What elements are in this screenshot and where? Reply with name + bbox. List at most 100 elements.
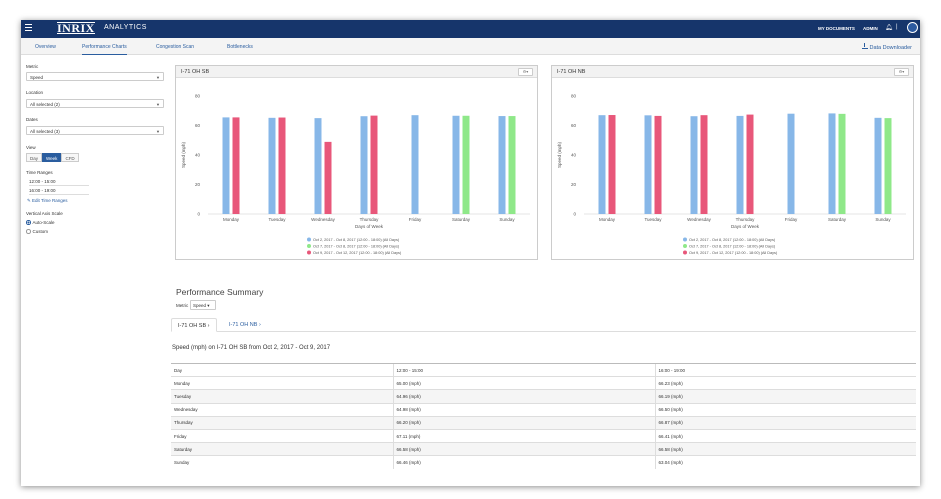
chevron-down-icon: ▾: [207, 303, 210, 308]
admin-link[interactable]: ADMIN: [863, 26, 878, 31]
metric-select[interactable]: Speed ▼: [26, 72, 164, 81]
summary-tab-label: I-71 OH SB: [178, 323, 207, 329]
bar: [508, 116, 516, 214]
bar-chart-sb: 0 20 40 60 80 Speed (mph) Monday Tuesday Wednesd…: [181, 94, 530, 255]
time-ranges-label: Time Ranges: [26, 170, 53, 175]
legend-label: Oct 2, 2017 - Oct 8, 2017 (12:00 - 18:00…: [689, 238, 776, 242]
radio-selected-icon: [26, 220, 31, 225]
column-header: 12:00 - 15:00: [392, 362, 655, 377]
y-tick-label: 0: [573, 212, 576, 217]
view-week-button[interactable]: Week: [42, 153, 62, 162]
column-header: 16:00 - 19:00: [654, 362, 916, 377]
summary-metric-label: Metric: [176, 303, 189, 308]
x-tick-label: Monday: [223, 217, 240, 222]
legend-label: Oct 9, 2017 - Oct 12, 2017 (12:00 - 18:0…: [313, 251, 402, 255]
summary-heading: Speed (mph) on I-71 OH SB from Oct 2, 20…: [172, 345, 331, 351]
bar: [314, 118, 322, 214]
y-axis-label: Speed (mph): [181, 141, 186, 168]
table-row: Friday 67.11 (mph) 66.41 (mph): [171, 428, 916, 443]
user-avatar[interactable]: [907, 22, 918, 33]
value-cell: 63.04 (mph): [654, 455, 916, 469]
table-row: Monday 65.00 (mph) 66.23 (mph): [171, 376, 916, 390]
chevron-down-icon: ▼: [156, 102, 160, 107]
bar: [598, 115, 606, 214]
chart-panel-header: I-71 OH SB ⚙▾: [176, 66, 537, 78]
legend-label: Oct 9, 2017 - Oct 12, 2017 (12:00 - 18:0…: [689, 251, 778, 255]
value-cell: 66.19 (mph): [654, 389, 916, 404]
dates-select[interactable]: All selected (3) ▼: [26, 126, 164, 135]
my-documents-link[interactable]: MY DOCUMENTS: [818, 26, 855, 31]
table-row: Wednesday 64.98 (mph) 66.50 (mph): [171, 402, 916, 417]
bar: [360, 116, 368, 214]
bar: [462, 115, 470, 214]
table-row: Saturday 66.58 (mph) 66.58 (mph): [171, 442, 916, 456]
chart-menu-button[interactable]: ⚙▾: [894, 68, 909, 76]
bell-icon[interactable]: 🔔︎: [885, 24, 893, 31]
summary-tab-nb[interactable]: I-71 OH NB ›: [223, 318, 267, 332]
tab-overview[interactable]: Overview: [35, 44, 56, 50]
legend-swatch: [683, 237, 687, 242]
legend-swatch: [683, 244, 687, 248]
summary-tab-sb[interactable]: I-71 OH SB ›: [171, 318, 217, 332]
bar: [232, 117, 240, 214]
value-cell: 66.41 (mph): [654, 428, 916, 443]
y-tick-label: 80: [571, 94, 577, 99]
x-tick-label: Tuesday: [268, 217, 286, 222]
table-header-row: Day 12:00 - 15:00 16:00 - 19:00: [171, 362, 916, 377]
y-tick-label: 40: [195, 153, 201, 158]
summary-metric-select[interactable]: Speed ▾: [190, 300, 216, 310]
value-cell: 66.20 (mph): [392, 415, 655, 430]
top-bar: INRIX ANALYTICS MY DOCUMENTS ADMIN 🔔︎ |: [21, 20, 920, 38]
table-row: Tuesday 64.96 (mph) 66.19 (mph): [171, 389, 916, 404]
tab-bottlenecks[interactable]: Bottlenecks: [227, 44, 253, 50]
x-tick-label: Saturday: [452, 217, 471, 222]
summary-tab-label: I-71 OH NB: [229, 322, 258, 328]
value-cell: 64.96 (mph): [392, 389, 655, 404]
chart-panel-header: I-71 OH NB ⚙▾: [552, 66, 913, 78]
value-cell: 66.23 (mph): [654, 376, 916, 390]
tab-congestion-scan[interactable]: Congestion Scan: [156, 44, 194, 50]
x-tick-label: Sunday: [875, 217, 891, 222]
data-downloader-button[interactable]: Data Downloader: [861, 43, 912, 51]
bar: [884, 118, 892, 214]
auto-scale-label: Auto-Scale: [32, 220, 55, 225]
location-label: Location: [26, 90, 44, 95]
location-select[interactable]: All selected (2) ▼: [26, 99, 164, 108]
chevron-down-icon: ▼: [156, 129, 160, 134]
time-range-item: 12:00 - 15:00: [29, 178, 89, 186]
edit-time-ranges-label: Edit Time Ranges: [32, 198, 68, 203]
custom-scale-radio[interactable]: Custom: [26, 229, 48, 234]
topbar-divider: |: [896, 24, 898, 30]
x-tick-label: Monday: [599, 217, 616, 222]
view-day-button[interactable]: Day: [26, 153, 43, 162]
chart-menu-button[interactable]: ⚙▾: [518, 68, 533, 76]
column-header: Day: [171, 362, 393, 377]
bar: [608, 115, 616, 214]
hamburger-menu-icon[interactable]: [25, 24, 32, 31]
bar: [746, 114, 754, 214]
x-tick-label: Saturday: [828, 217, 847, 222]
auto-scale-radio[interactable]: Auto-Scale: [26, 220, 55, 225]
x-axis-label: Days of Week: [731, 224, 760, 229]
chart-panel-nb: I-71 OH NB ⚙▾ 0 20 40 60 80 Speed (mph) Monday…: [551, 65, 914, 260]
day-cell: Wednesday: [171, 402, 393, 417]
summary-title: Performance Summary: [176, 287, 264, 297]
edit-time-ranges-link[interactable]: ✎ Edit Time Ranges: [27, 198, 68, 204]
chart-title: I-71 OH NB: [557, 69, 586, 75]
view-cfd-button[interactable]: CFD: [61, 153, 79, 162]
bar: [690, 116, 698, 214]
chart-panel-sb: I-71 OH SB ⚙▾ 0 20 40 60 80 Speed (mph) Monday…: [175, 65, 538, 260]
y-tick-label: 20: [195, 182, 201, 187]
x-tick-label: Sunday: [499, 217, 515, 222]
table-row: Thursday 66.20 (mph) 66.87 (mph): [171, 415, 916, 430]
x-tick-label: Friday: [409, 217, 422, 222]
legend-label: Oct 7, 2017 - Oct 8, 2017 (12:00 - 18:00…: [689, 245, 776, 249]
bar: [370, 115, 378, 214]
bar: [452, 115, 460, 214]
x-tick-label: Thursday: [736, 217, 756, 222]
tab-performance-charts[interactable]: Performance Charts: [82, 44, 127, 55]
legend-swatch: [307, 250, 311, 255]
x-tick-label: Thursday: [360, 217, 380, 222]
dates-label: Dates: [26, 117, 38, 122]
bar: [498, 116, 506, 214]
